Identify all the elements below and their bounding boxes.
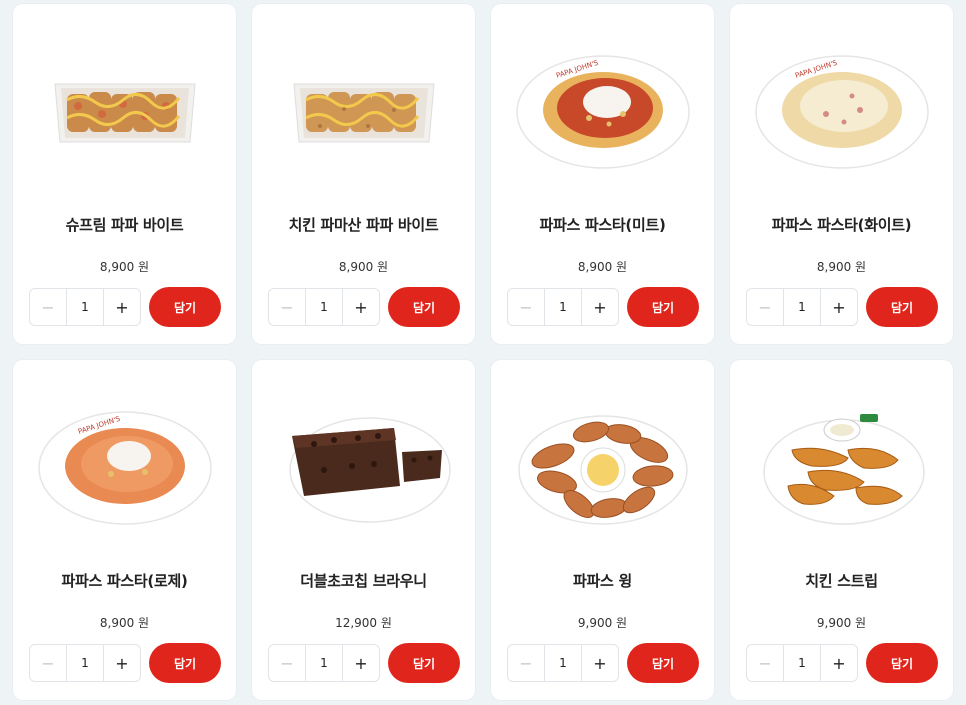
quantity-stepper: − 1 + [746, 288, 858, 326]
add-to-cart-button[interactable]: 담기 [149, 643, 221, 683]
add-to-cart-button[interactable]: 담기 [627, 643, 699, 683]
increase-button[interactable]: + [581, 289, 618, 325]
product-price: 8,900 원 [338, 260, 389, 274]
quantity-value[interactable]: 1 [67, 289, 103, 325]
product-price: 12,900 원 [335, 616, 392, 630]
decrease-button[interactable]: − [747, 645, 784, 681]
decrease-button[interactable]: − [269, 645, 306, 681]
quantity-stepper: − 1 + [29, 288, 141, 326]
quantity-stepper: − 1 + [268, 288, 380, 326]
product-name: 치킨 스트립 [805, 572, 878, 590]
quantity-value[interactable]: 1 [545, 289, 581, 325]
product-card: 치킨 파마산 파파 바이트 8,900 원 − 1 + 담기 [252, 4, 475, 344]
increase-button[interactable]: + [820, 289, 857, 325]
product-name: 슈프림 파파 바이트 [65, 216, 184, 234]
product-image-rose-pasta[interactable]: PAPA JOHN'S [13, 390, 236, 540]
increase-button[interactable]: + [342, 289, 379, 325]
product-card: PAPA JOHN'S 파파스 파스타(로제) 8,900 원 − 1 + 담기 [13, 360, 236, 700]
product-name: 파파스 윙 [573, 572, 632, 590]
increase-button[interactable]: + [103, 289, 140, 325]
product-price: 8,900 원 [99, 260, 150, 274]
product-card: 치킨 스트립 9,900 원 − 1 + 담기 [730, 360, 953, 700]
product-price: 8,900 원 [99, 616, 150, 630]
quantity-value[interactable]: 1 [784, 645, 820, 681]
product-image-white-pasta[interactable]: PAPA JOHN'S [730, 34, 953, 184]
quantity-stepper: − 1 + [507, 288, 619, 326]
product-image-brownie[interactable] [252, 390, 475, 540]
quantity-stepper: − 1 + [507, 644, 619, 682]
product-price: 9,900 원 [816, 616, 867, 630]
product-price: 8,900 원 [816, 260, 867, 274]
decrease-button[interactable]: − [508, 289, 545, 325]
increase-button[interactable]: + [342, 645, 379, 681]
product-name: 파파스 파스타(미트) [539, 216, 666, 234]
product-image-supreme-bite[interactable] [13, 34, 236, 184]
product-card: PAPA JOHN'S 파파스 파스타(미트) 8,900 원 − 1 + 담기 [491, 4, 714, 344]
quantity-value[interactable]: 1 [67, 645, 103, 681]
product-image-chicken-strips[interactable] [730, 390, 953, 540]
product-price: 8,900 원 [577, 260, 628, 274]
decrease-button[interactable]: − [747, 289, 784, 325]
add-to-cart-button[interactable]: 담기 [149, 287, 221, 327]
product-name: 파파스 파스타(로제) [61, 572, 188, 590]
add-to-cart-button[interactable]: 담기 [866, 287, 938, 327]
increase-button[interactable]: + [820, 645, 857, 681]
quantity-value[interactable]: 1 [784, 289, 820, 325]
product-image-wings[interactable] [491, 390, 714, 540]
decrease-button[interactable]: − [30, 645, 67, 681]
add-to-cart-button[interactable]: 담기 [388, 643, 460, 683]
increase-button[interactable]: + [103, 645, 140, 681]
quantity-value[interactable]: 1 [306, 645, 342, 681]
add-to-cart-button[interactable]: 담기 [627, 287, 699, 327]
product-image-chicken-parmesan-bite[interactable] [252, 34, 475, 184]
quantity-value[interactable]: 1 [306, 289, 342, 325]
product-name: 파파스 파스타(화이트) [771, 216, 912, 234]
product-card: 슈프림 파파 바이트 8,900 원 − 1 + 담기 [13, 4, 236, 344]
quantity-stepper: − 1 + [268, 644, 380, 682]
product-card: 파파스 윙 9,900 원 − 1 + 담기 [491, 360, 714, 700]
add-to-cart-button[interactable]: 담기 [866, 643, 938, 683]
product-name: 치킨 파마산 파파 바이트 [288, 216, 439, 234]
product-price: 9,900 원 [577, 616, 628, 630]
decrease-button[interactable]: − [269, 289, 306, 325]
decrease-button[interactable]: − [30, 289, 67, 325]
product-name: 더블초코칩 브라우니 [300, 572, 427, 590]
product-card: PAPA JOHN'S 파파스 파스타(화이트) 8,900 원 − 1 + 담… [730, 4, 953, 344]
increase-button[interactable]: + [581, 645, 618, 681]
quantity-stepper: − 1 + [29, 644, 141, 682]
quantity-stepper: − 1 + [746, 644, 858, 682]
quantity-value[interactable]: 1 [545, 645, 581, 681]
product-grid: 슈프림 파파 바이트 8,900 원 − 1 + 담기 치킨 파마산 파파 바이… [13, 4, 953, 700]
add-to-cart-button[interactable]: 담기 [388, 287, 460, 327]
product-image-meat-pasta[interactable]: PAPA JOHN'S [491, 34, 714, 184]
decrease-button[interactable]: − [508, 645, 545, 681]
product-card: 더블초코칩 브라우니 12,900 원 − 1 + 담기 [252, 360, 475, 700]
